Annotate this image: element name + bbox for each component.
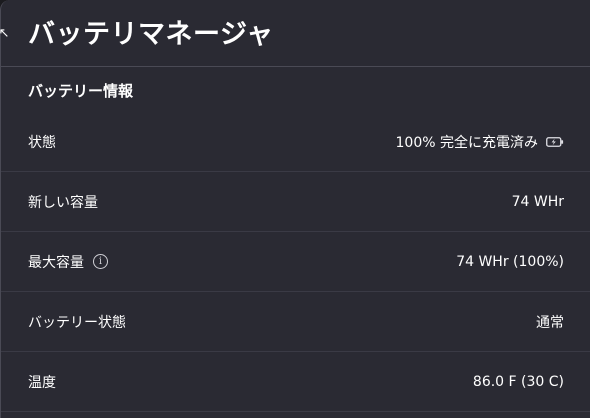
row-new-capacity: 新しい容量 74 WHr xyxy=(1,172,590,232)
title-divider xyxy=(1,66,590,67)
row-max-capacity: 最大容量 i 74 WHr (100%) xyxy=(1,232,590,292)
row-value: 通常 xyxy=(536,314,564,331)
row-label: バッテリー状態 xyxy=(28,314,126,331)
row-value: 86.0 F (30 C) xyxy=(472,373,564,390)
row-temperature: 温度 86.0 F (30 C) xyxy=(1,352,590,412)
battery-charging-icon xyxy=(546,136,564,148)
row-label: 最大容量 i xyxy=(28,252,108,272)
section-title: バッテリー情報 xyxy=(28,82,134,100)
info-icon[interactable]: i xyxy=(93,254,108,269)
row-value: 74 WHr (100%) xyxy=(456,253,564,270)
row-status: 状態 100% 完全に充電済み xyxy=(1,112,590,172)
battery-manager-window: ↖ バッテリマネージャ バッテリー情報 状態 100% 完全に充電済み 新しい容… xyxy=(0,0,590,418)
row-label: 状態 xyxy=(28,134,56,151)
row-value: 100% 完全に充電済み xyxy=(396,132,564,152)
row-value: 74 WHr xyxy=(511,193,564,210)
back-button[interactable]: ↖ xyxy=(0,22,13,44)
page-title: バッテリマネージャ xyxy=(28,19,274,50)
row-label: 新しい容量 xyxy=(28,194,98,211)
row-label: 温度 xyxy=(28,374,56,391)
battery-info-list: 状態 100% 完全に充電済み 新しい容量 74 WHr 最大容量 i 74 W… xyxy=(1,112,590,412)
back-arrow-icon: ↖ xyxy=(0,25,10,41)
row-battery-health: バッテリー状態 通常 xyxy=(1,292,590,352)
